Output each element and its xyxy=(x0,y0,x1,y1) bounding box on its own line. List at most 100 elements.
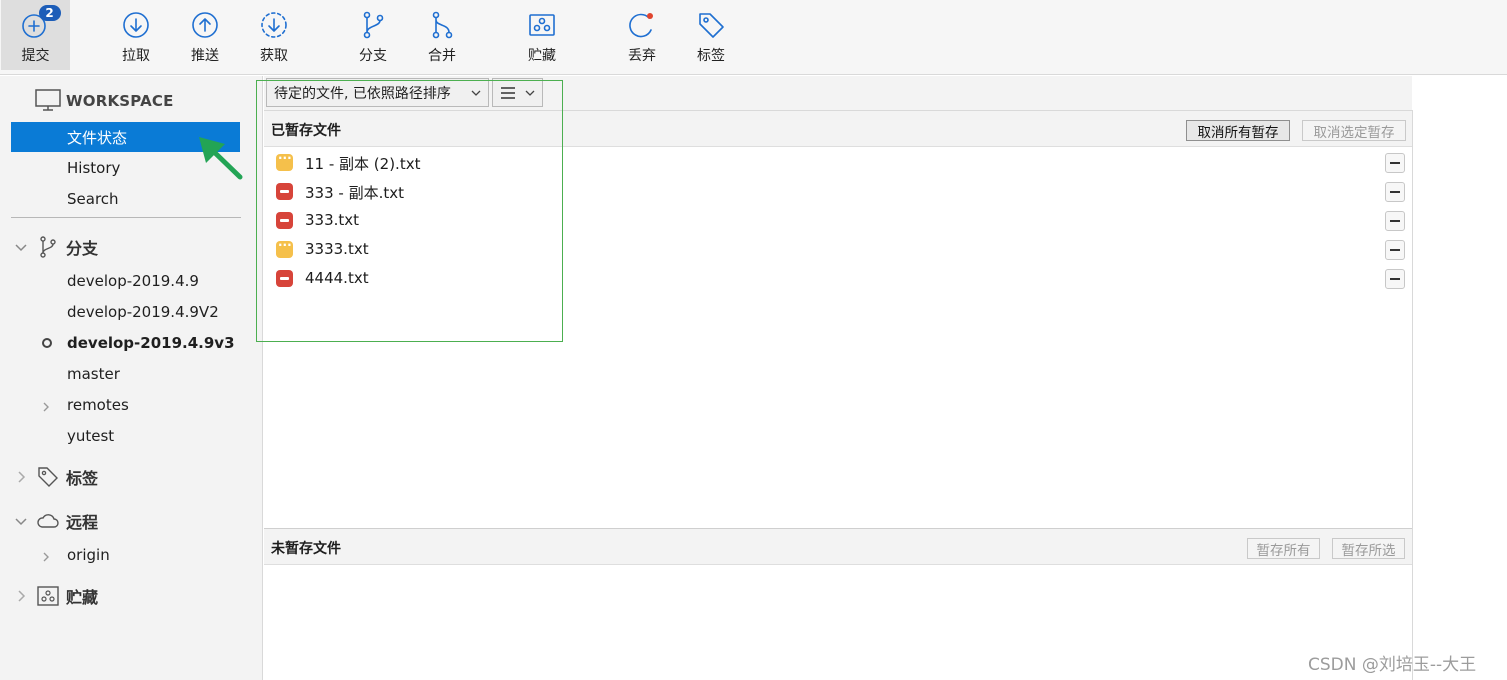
chevron-right-icon[interactable] xyxy=(14,588,28,602)
toolbar: 2 提交 拉取 推送 获取 分支 合并 贮藏 丢弃 标签 xyxy=(0,0,1507,75)
stash-button[interactable]: 贮藏 xyxy=(513,0,571,70)
stage-selected-button[interactable]: 暂存所选 xyxy=(1332,538,1405,559)
stash-icon xyxy=(527,10,557,40)
push-button[interactable]: 推送 xyxy=(176,0,234,70)
stash-label: 贮藏 xyxy=(528,48,556,64)
chevron-right-icon[interactable] xyxy=(41,399,51,412)
sort-dropdown[interactable]: 待定的文件, 已依照路径排序 xyxy=(266,78,489,107)
cloud-icon xyxy=(36,509,60,533)
stage-all-button[interactable]: 暂存所有 xyxy=(1247,538,1320,559)
branch-name: develop-2019.4.9V2 xyxy=(67,303,219,321)
unstage-file-button[interactable] xyxy=(1385,211,1405,231)
sidebar-item-search[interactable]: Search xyxy=(0,184,262,214)
tags-title: 标签 xyxy=(66,469,99,488)
branches-header[interactable]: 分支 xyxy=(0,232,262,262)
commit-count-badge: 2 xyxy=(38,5,61,21)
deleted-status-icon xyxy=(276,270,293,287)
tag-button[interactable]: 标签 xyxy=(682,0,740,70)
modified-status-icon xyxy=(276,151,293,171)
deleted-status-icon xyxy=(276,183,293,200)
stashes-header[interactable]: 贮藏 xyxy=(0,581,262,611)
unstage-file-button[interactable] xyxy=(1385,269,1405,289)
branches-title: 分支 xyxy=(66,239,99,258)
sidebar-divider xyxy=(11,217,241,218)
branch-item[interactable]: develop-2019.4.9 xyxy=(0,266,262,296)
sidebar-item-label: History xyxy=(67,159,121,177)
chevron-down-icon[interactable] xyxy=(14,239,28,253)
fetch-button[interactable]: 获取 xyxy=(245,0,303,70)
staged-file-row[interactable]: 11 - 副本 (2).txt xyxy=(264,148,1412,177)
chevron-right-icon[interactable] xyxy=(14,469,28,483)
unstaged-files-title: 未暂存文件 xyxy=(271,541,341,557)
tags-header[interactable]: 标签 xyxy=(0,462,262,492)
remotes-header[interactable]: 远程 xyxy=(0,506,262,536)
staged-files-header: 已暂存文件 取消所有暂存 取消选定暂存 xyxy=(264,111,1412,147)
branch-name: develop-2019.4.9v3 xyxy=(67,334,235,352)
unstage-all-button[interactable]: 取消所有暂存 xyxy=(1186,120,1290,141)
current-branch-icon xyxy=(42,338,52,348)
branch-icon xyxy=(358,10,388,40)
tag-icon xyxy=(36,465,60,489)
pull-label: 拉取 xyxy=(122,48,150,64)
tag-icon xyxy=(696,10,726,40)
remote-item-origin[interactable]: origin xyxy=(0,540,262,570)
unstage-selected-button[interactable]: 取消选定暂存 xyxy=(1302,120,1406,141)
push-icon xyxy=(190,10,220,40)
staged-file-row[interactable]: 333 - 副本.txt xyxy=(264,177,1412,206)
modified-status-icon xyxy=(276,238,293,258)
file-name: 333.txt xyxy=(305,211,360,229)
file-name: 3333.txt xyxy=(305,240,369,258)
deleted-status-icon xyxy=(276,212,293,229)
merge-label: 合并 xyxy=(428,48,456,64)
filter-bar: 待定的文件, 已依照路径排序 xyxy=(264,76,1412,111)
stash-icon xyxy=(36,584,60,608)
sidebar-item-label: 文件状态 xyxy=(67,128,128,147)
pull-button[interactable]: 拉取 xyxy=(107,0,165,70)
branch-label: 分支 xyxy=(359,48,387,64)
push-label: 推送 xyxy=(191,48,219,64)
branch-icon xyxy=(36,235,60,259)
unstage-file-button[interactable] xyxy=(1385,240,1405,260)
branch-item[interactable]: master xyxy=(0,359,262,389)
pull-icon xyxy=(121,10,151,40)
file-name: 11 - 副本 (2).txt xyxy=(305,155,421,173)
branch-name: develop-2019.4.9 xyxy=(67,272,199,290)
commit-button[interactable]: 2 提交 xyxy=(1,0,70,70)
fetch-icon xyxy=(259,10,289,40)
file-name: 4444.txt xyxy=(305,269,369,287)
chevron-right-icon[interactable] xyxy=(41,549,51,562)
branch-item[interactable]: yutest xyxy=(0,421,262,451)
unstaged-files-header: 未暂存文件 暂存所有 暂存所选 xyxy=(264,529,1412,565)
commit-label: 提交 xyxy=(21,48,50,64)
branch-item-current[interactable]: develop-2019.4.9v3 xyxy=(0,328,262,358)
stashes-title: 贮藏 xyxy=(66,588,99,607)
discard-label: 丢弃 xyxy=(628,48,656,64)
chevron-down-icon[interactable] xyxy=(14,513,28,527)
list-icon xyxy=(501,86,515,99)
workspace-title: WORKSPACE xyxy=(66,92,174,110)
branch-item[interactable]: develop-2019.4.9V2 xyxy=(0,297,262,327)
merge-button[interactable]: 合并 xyxy=(413,0,471,70)
unstage-file-button[interactable] xyxy=(1385,153,1405,173)
commit-icon: 2 xyxy=(21,5,61,40)
remote-name: origin xyxy=(67,546,110,564)
sidebar-item-label: Search xyxy=(67,190,119,208)
panel-border xyxy=(1412,110,1413,680)
staged-file-row[interactable]: 333.txt xyxy=(264,206,1412,235)
fetch-label: 获取 xyxy=(260,48,288,64)
discard-icon xyxy=(627,10,657,40)
branch-item-remotes[interactable]: remotes xyxy=(0,390,262,420)
watermark: CSDN @刘培玉--大王 xyxy=(1308,655,1477,675)
tag-label: 标签 xyxy=(697,48,725,64)
staged-file-row[interactable]: 3333.txt xyxy=(264,235,1412,264)
discard-button[interactable]: 丢弃 xyxy=(613,0,671,70)
branch-button[interactable]: 分支 xyxy=(344,0,402,70)
sort-dropdown-label: 待定的文件, 已依照路径排序 xyxy=(274,85,451,102)
remotes-title: 远程 xyxy=(66,513,99,532)
file-name: 333 - 副本.txt xyxy=(305,184,404,202)
staged-files-title: 已暂存文件 xyxy=(271,123,341,139)
chevron-down-icon xyxy=(471,90,481,96)
staged-file-row[interactable]: 4444.txt xyxy=(264,264,1412,293)
unstage-file-button[interactable] xyxy=(1385,182,1405,202)
view-mode-dropdown[interactable] xyxy=(492,78,543,107)
